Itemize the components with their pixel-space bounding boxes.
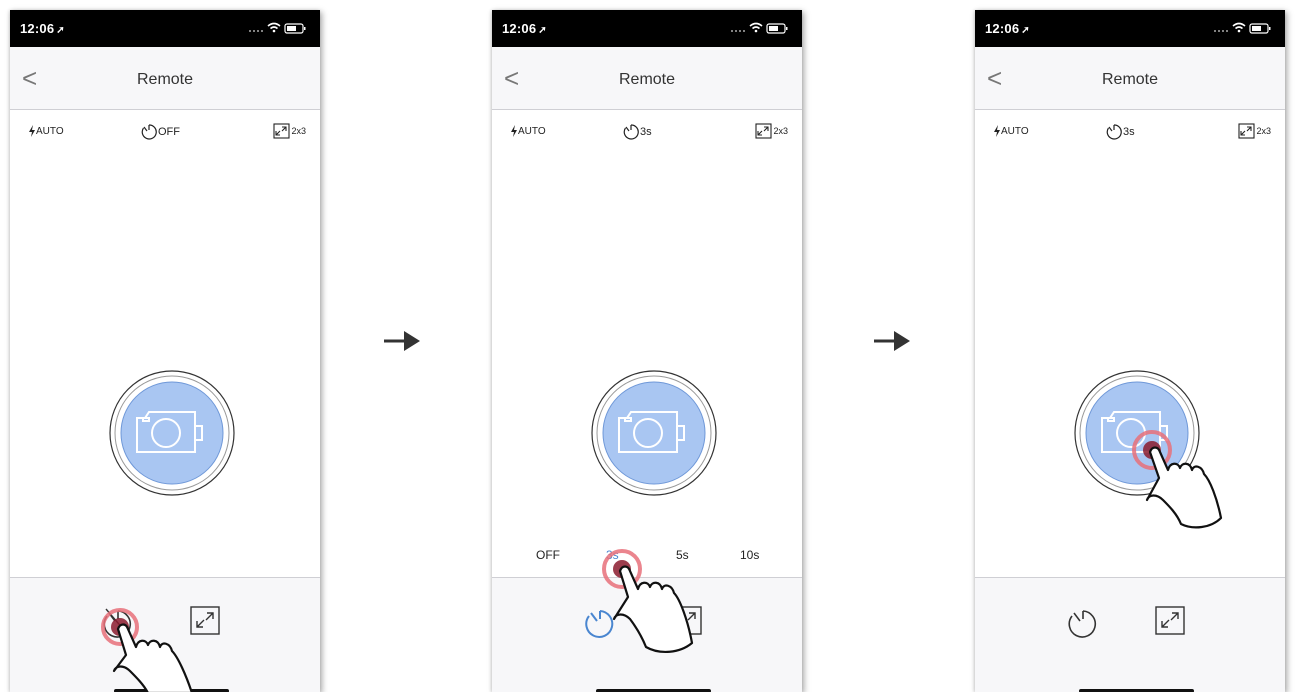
timer-option-10s[interactable]: 10s: [740, 548, 759, 562]
expand-icon: [273, 123, 291, 139]
nav-bar: < Remote: [975, 47, 1285, 110]
location-icon: ➚: [538, 25, 547, 36]
camera-settings-row: AUTO 3s 2x3: [492, 123, 802, 145]
timer-button[interactable]: [98, 603, 138, 643]
shutter-button[interactable]: [591, 370, 717, 496]
flash-label: AUTO: [36, 125, 64, 137]
timer-label: 3s: [640, 126, 652, 138]
page-title: Remote: [618, 71, 676, 88]
phone-screen-2: 12:06 ➚ < Remote AUTO 3s 2x3 OFF 3s 5s 1…: [492, 10, 802, 692]
timer-icon: [623, 124, 639, 140]
camera-settings-row: AUTO OFF 2x3: [10, 123, 320, 145]
size-label: 2x3: [1256, 126, 1271, 136]
signal-wifi-battery-icon: [249, 22, 306, 34]
timer-option-3s[interactable]: 3s: [606, 548, 619, 562]
timer-icon: [1106, 124, 1122, 140]
flash-label: AUTO: [518, 125, 546, 137]
lightning-icon: [511, 125, 517, 137]
flash-setting[interactable]: AUTO: [993, 125, 1029, 137]
signal-wifi-battery-icon: [1214, 22, 1271, 34]
timer-icon: [141, 124, 157, 140]
flash-setting[interactable]: AUTO: [510, 125, 546, 137]
shutter-button[interactable]: [109, 370, 235, 496]
size-setting[interactable]: 2x3: [273, 123, 306, 139]
flash-setting[interactable]: AUTO: [28, 125, 64, 137]
timer-options-row: OFF 3s 5s 10s: [492, 548, 802, 568]
size-setting[interactable]: 2x3: [1238, 123, 1271, 139]
bottom-tray: [975, 577, 1285, 692]
timer-option-5s[interactable]: 5s: [676, 548, 689, 562]
expand-icon: [755, 123, 773, 139]
phone-screen-1: 12:06 ➚ < Remote AUTO OFF 2x3: [10, 10, 320, 692]
timer-option-off[interactable]: OFF: [536, 548, 560, 562]
timer-setting[interactable]: 3s: [622, 123, 652, 141]
shutter-button[interactable]: [1074, 370, 1200, 496]
expand-button[interactable]: [672, 606, 704, 636]
timer-button[interactable]: [1063, 603, 1103, 643]
camera-settings-row: AUTO 3s 2x3: [975, 123, 1285, 145]
bottom-tray: [10, 577, 320, 692]
nav-bar: < Remote: [492, 47, 802, 110]
page-title: Remote: [1101, 71, 1159, 88]
timer-setting[interactable]: OFF: [140, 123, 180, 141]
timer-setting[interactable]: 3s: [1105, 123, 1135, 141]
size-label: 2x3: [773, 126, 788, 136]
status-bar: 12:06 ➚: [10, 10, 320, 47]
signal-wifi-battery-icon: [731, 22, 788, 34]
arrow-right-icon: [874, 331, 910, 351]
expand-icon: [1238, 123, 1256, 139]
status-time: 12:06 ➚: [20, 21, 65, 36]
status-time: 12:06 ➚: [502, 21, 547, 36]
arrow-right-icon: [384, 331, 420, 351]
page-title: Remote: [136, 71, 194, 88]
flash-label: AUTO: [1001, 125, 1029, 137]
lightning-icon: [29, 125, 35, 137]
status-time: 12:06 ➚: [985, 21, 1030, 36]
size-setting[interactable]: 2x3: [755, 123, 788, 139]
location-icon: ➚: [56, 25, 65, 36]
status-bar: 12:06 ➚: [975, 10, 1285, 47]
lightning-icon: [994, 125, 1000, 137]
size-label: 2x3: [291, 126, 306, 136]
phone-screen-3: 12:06 ➚ < Remote AUTO 3s 2x3: [975, 10, 1285, 692]
expand-button[interactable]: [190, 606, 222, 636]
bottom-tray: [492, 577, 802, 692]
status-bar: 12:06 ➚: [492, 10, 802, 47]
nav-bar: < Remote: [10, 47, 320, 110]
location-icon: ➚: [1021, 25, 1030, 36]
timer-button[interactable]: [580, 603, 620, 643]
timer-label: 3s: [1123, 126, 1135, 138]
timer-label: OFF: [158, 126, 180, 138]
expand-button[interactable]: [1155, 606, 1187, 636]
